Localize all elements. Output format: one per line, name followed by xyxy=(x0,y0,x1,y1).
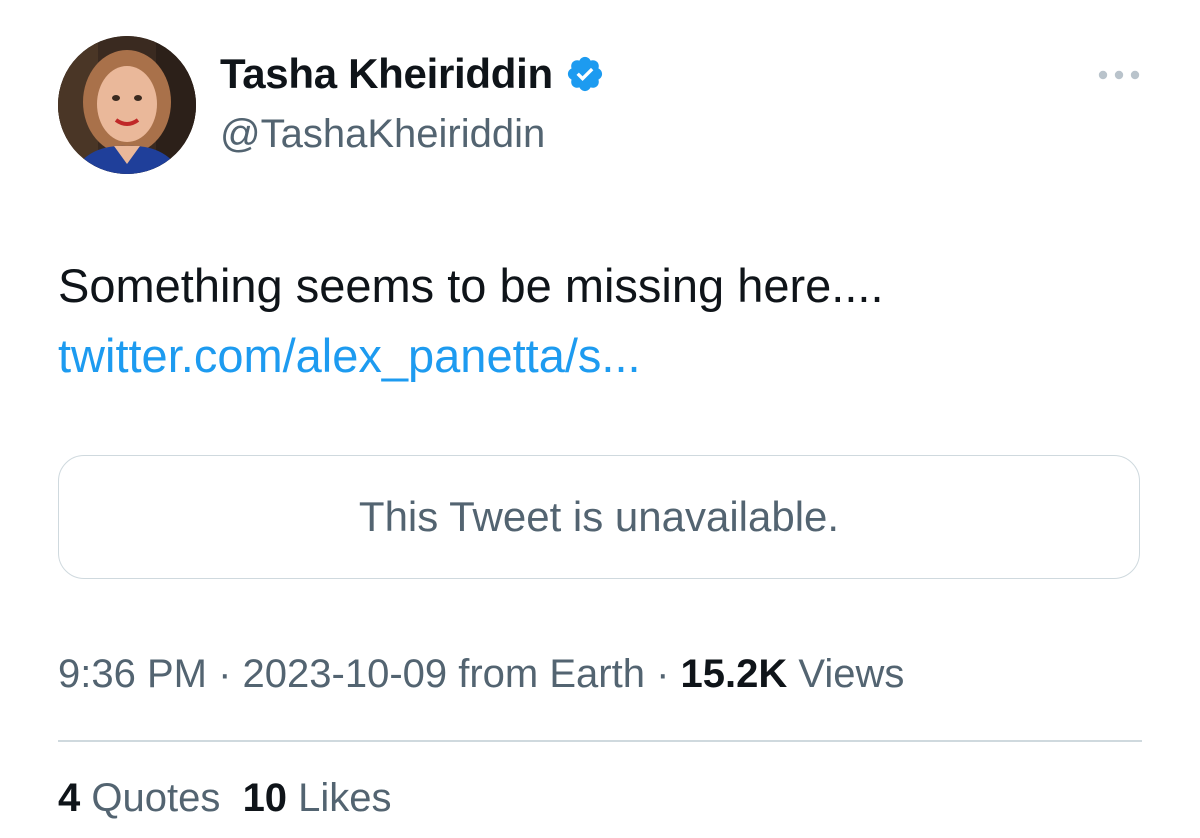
quotes-count: 4 xyxy=(58,776,81,820)
meta-separator: · xyxy=(206,652,243,696)
tweet: Tasha Kheiriddin @TashaKheiriddin Someth… xyxy=(0,0,1200,838)
author-handle[interactable]: @TashaKheiriddin xyxy=(220,112,545,157)
tweet-text: Something seems to be missing here.... xyxy=(58,259,884,312)
tweet-time[interactable]: 9:36 PM xyxy=(58,652,207,696)
quoted-tweet-unavailable-text: This Tweet is unavailable. xyxy=(358,493,840,540)
author-name-row: Tasha Kheiriddin xyxy=(220,50,605,98)
likes-stat[interactable]: 10 Likes xyxy=(243,776,392,820)
avatar[interactable] xyxy=(58,36,196,174)
display-name[interactable]: Tasha Kheiriddin xyxy=(220,50,553,98)
views-label: Views xyxy=(787,652,905,696)
likes-label: Likes xyxy=(287,776,392,820)
tweet-source: from Earth xyxy=(447,652,645,696)
quotes-stat[interactable]: 4 Quotes xyxy=(58,776,220,820)
meta-separator: · xyxy=(644,652,681,696)
views-count[interactable]: 15.2K xyxy=(681,652,788,696)
divider xyxy=(58,740,1142,742)
quotes-label: Quotes xyxy=(80,776,221,820)
more-horizontal-icon xyxy=(1098,70,1140,80)
likes-count: 10 xyxy=(242,776,288,820)
avatar-image xyxy=(58,36,196,174)
engagement-stats: 4 Quotes 10 Likes xyxy=(58,776,392,821)
tweet-metadata: 9:36 PM · 2023-10-09 from Earth · 15.2K … xyxy=(58,652,904,697)
verified-badge-icon[interactable] xyxy=(565,54,605,94)
quoted-tweet-card[interactable]: This Tweet is unavailable. xyxy=(58,455,1140,579)
more-options-button[interactable] xyxy=(1092,60,1146,90)
tweet-date[interactable]: 2023-10-09 xyxy=(243,652,448,696)
tweet-link[interactable]: twitter.com/alex_panetta/s... xyxy=(58,326,641,386)
